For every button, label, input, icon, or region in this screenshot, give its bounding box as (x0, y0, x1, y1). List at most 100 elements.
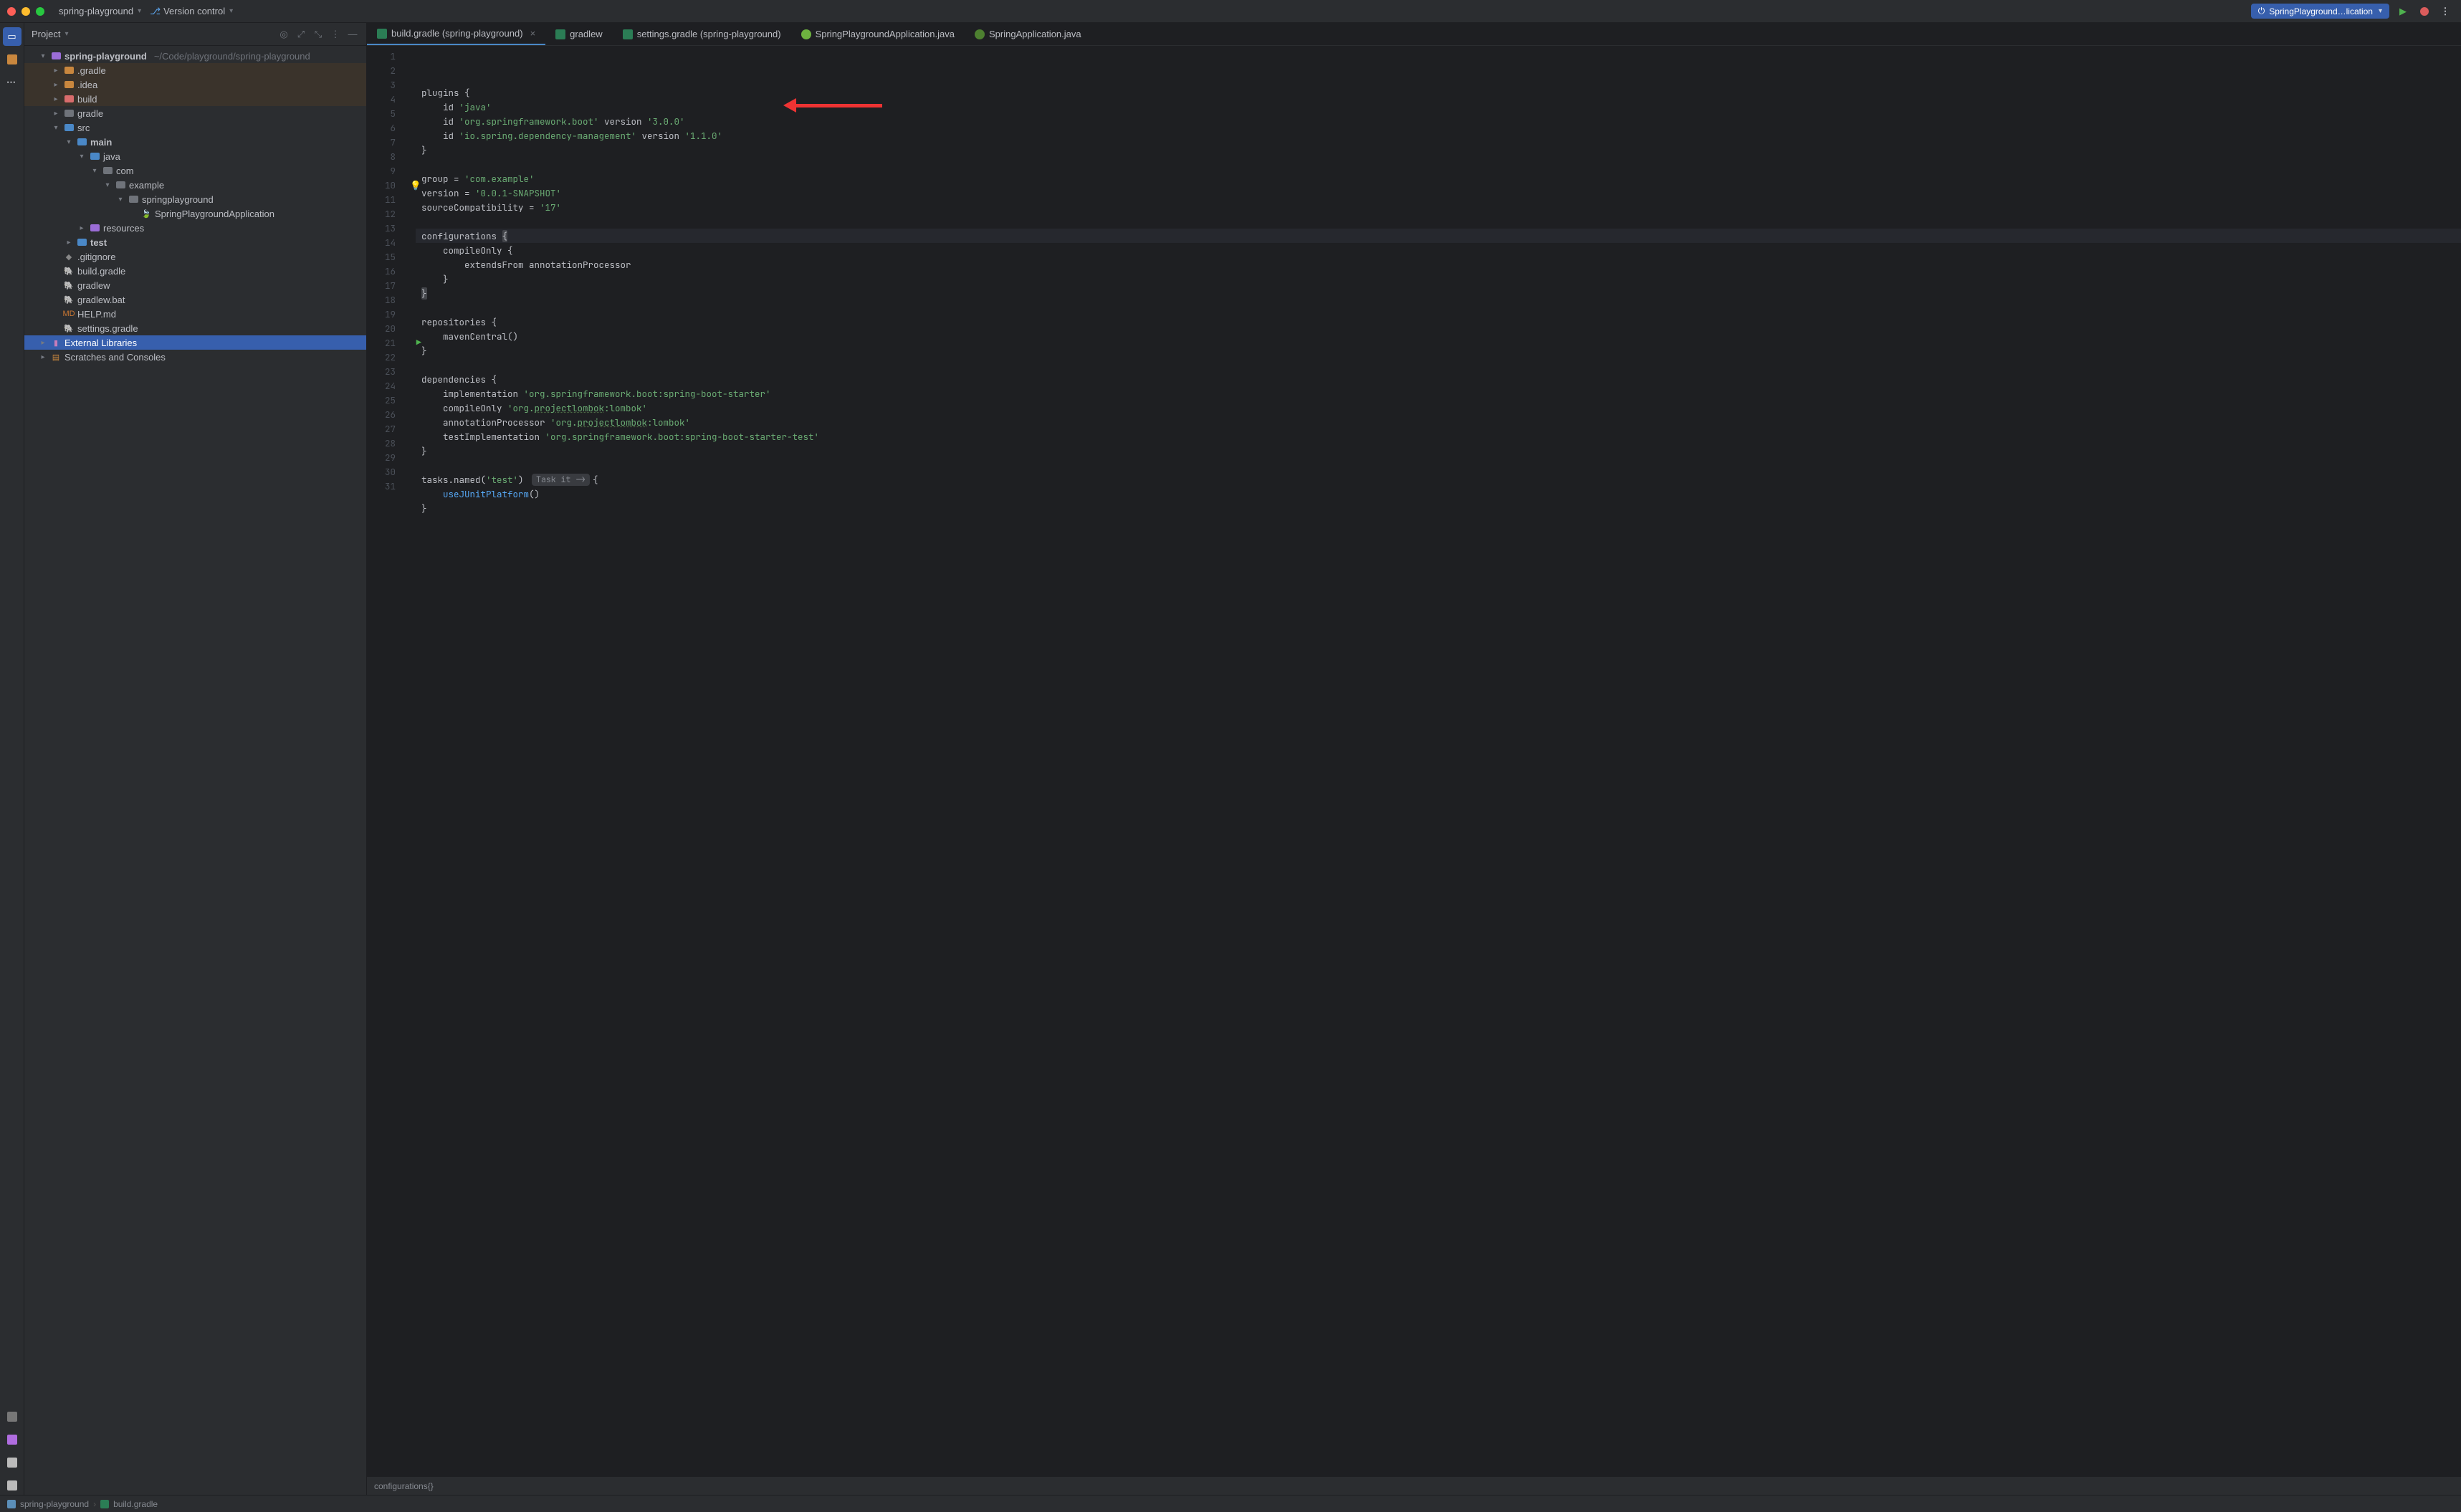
more-tool-button[interactable]: ⋯ (3, 73, 21, 92)
window-controls[interactable] (7, 7, 44, 16)
tree-folder-build[interactable]: ▸build (24, 92, 366, 106)
debug-icon (2420, 7, 2429, 16)
titlebar: spring-playground ▾ ⎇ Version control ▾ … (0, 0, 2461, 23)
gradle-icon (100, 1500, 109, 1508)
bug-icon (7, 1458, 17, 1468)
tree-folder-gradle-dot[interactable]: ▸.gradle (24, 63, 366, 77)
tree-root[interactable]: ▾ spring-playground ~/Code/playground/sp… (24, 49, 366, 63)
more-actions-button[interactable]: ⋮ (2438, 4, 2454, 19)
target-icon[interactable]: ◎ (277, 29, 290, 40)
tree-external-libraries[interactable]: ▸▮External Libraries (24, 335, 366, 350)
tab-settings-gradle[interactable]: settings.gradle (spring-playground) (613, 23, 791, 45)
tab-label: SpringApplication.java (989, 29, 1081, 39)
editor-structure-breadcrumb[interactable]: configurations{} (367, 1476, 2461, 1495)
zoom-window[interactable] (36, 7, 44, 16)
project-tree[interactable]: ▾ spring-playground ~/Code/playground/sp… (24, 46, 366, 1495)
tab-app-java[interactable]: SpringPlaygroundApplication.java (791, 23, 965, 45)
close-tab-icon[interactable]: × (530, 28, 536, 39)
spring-icon (801, 29, 811, 39)
expand-icon[interactable]: ⤢ (295, 29, 307, 40)
vcs-label: Version control (163, 6, 225, 16)
tab-label: SpringPlaygroundApplication.java (816, 29, 955, 39)
tab-label: settings.gradle (spring-playground) (637, 29, 781, 39)
project-name: spring-playground (59, 6, 133, 16)
chevron-down-icon: ▾ (2379, 7, 2382, 15)
tree-file-build-gradle[interactable]: ·🐘build.gradle (24, 264, 366, 278)
gradle-icon (377, 29, 387, 39)
project-panel-title-dropdown[interactable]: Project ▾ (32, 29, 69, 39)
chevron-right-icon: › (93, 1499, 96, 1509)
problems-tool-button[interactable] (3, 1453, 21, 1472)
tree-folder-main[interactable]: ▾main (24, 135, 366, 149)
tree-folder-example[interactable]: ▾example (24, 178, 366, 192)
git-icon (7, 1480, 17, 1491)
tree-folder-com[interactable]: ▾com (24, 163, 366, 178)
chevron-down-icon: ▾ (64, 30, 68, 38)
spring-icon (975, 29, 985, 39)
tree-folder-test[interactable]: ▸test (24, 235, 366, 249)
branch-icon: ⎇ (150, 6, 161, 17)
run-button[interactable]: ▶ (2395, 4, 2411, 19)
editor-body[interactable]: 12345678910💡1112131415161718192021▶22232… (367, 46, 2461, 1476)
tree-folder-gradle[interactable]: ▸gradle (24, 106, 366, 120)
editor-gutter[interactable]: 12345678910💡1112131415161718192021▶22232… (367, 46, 406, 1476)
tab-label: gradlew (570, 29, 603, 39)
tab-build-gradle[interactable]: build.gradle (spring-playground) × (367, 23, 545, 45)
tree-folder-java[interactable]: ▾java (24, 149, 366, 163)
power-icon: ⏻ (2258, 6, 2265, 16)
vcs-dropdown[interactable]: ⎇ Version control ▾ (150, 6, 233, 17)
run-configuration-dropdown[interactable]: ⏻ SpringPlayground…lication ▾ (2251, 4, 2389, 19)
chevron-down-icon: ▾ (138, 7, 141, 15)
project-panel-header: Project ▾ ◎ ⤢ ⤡ ⋮ — (24, 23, 366, 46)
tab-spring-app-java[interactable]: SpringApplication.java (965, 23, 1091, 45)
run-config-label: SpringPlayground…lication (2269, 6, 2373, 16)
tree-file-app-class[interactable]: ·🍃SpringPlaygroundApplication (24, 206, 366, 221)
project-icon (7, 1500, 16, 1508)
more-icon: ⋮ (2441, 6, 2452, 17)
bookmarks-icon (7, 54, 17, 64)
gradle-icon (623, 29, 633, 39)
tree-file-gradlew[interactable]: ·🐘gradlew (24, 278, 366, 292)
tree-file-gradlew-bat[interactable]: ·🐘gradlew.bat (24, 292, 366, 307)
tree-scratches[interactable]: ▸▤Scratches and Consoles (24, 350, 366, 364)
terminal-icon (7, 1435, 17, 1445)
bookmarks-tool-button[interactable] (3, 50, 21, 69)
nav-breadcrumbs: spring-playground › build.gradle (0, 1495, 2461, 1512)
spring-icon: 🍃 (140, 209, 152, 219)
project-tool-button[interactable]: ▭ (3, 27, 21, 46)
hide-panel-icon[interactable]: — (346, 29, 359, 40)
tree-root-label: spring-playground (64, 51, 147, 62)
chevron-down-icon: ▾ (229, 7, 233, 15)
tree-file-settings-gradle[interactable]: ·🐘settings.gradle (24, 321, 366, 335)
tree-file-help-md[interactable]: ·MDHELP.md (24, 307, 366, 321)
more-icon: ⋯ (6, 77, 17, 88)
tab-gradlew[interactable]: gradlew (545, 23, 613, 45)
left-toolbar: ▭ ⋯ (0, 23, 24, 1495)
crumb-project[interactable]: spring-playground (20, 1499, 89, 1509)
tree-folder-src[interactable]: ▾src (24, 120, 366, 135)
collapse-icon[interactable]: ⤡ (312, 29, 325, 40)
database-tool-button[interactable] (3, 1407, 21, 1426)
tree-folder-idea[interactable]: ▸.idea (24, 77, 366, 92)
project-panel-title-label: Project (32, 29, 60, 39)
tree-folder-springplayground[interactable]: ▾springplayground (24, 192, 366, 206)
debug-button[interactable] (2417, 4, 2432, 19)
git-tool-button[interactable] (3, 1476, 21, 1495)
crumb-file[interactable]: build.gradle (113, 1499, 158, 1509)
tab-label: build.gradle (spring-playground) (391, 28, 523, 39)
tree-folder-resources[interactable]: ▸resources (24, 221, 366, 235)
editor-area: build.gradle (spring-playground) × gradl… (367, 23, 2461, 1495)
tree-file-gitignore[interactable]: ·◆.gitignore (24, 249, 366, 264)
editor-code[interactable]: plugins { id 'java' id 'org.springframew… (416, 46, 2461, 1476)
gradle-icon (555, 29, 565, 39)
tree-root-path: ~/Code/playground/spring-playground (154, 51, 310, 62)
project-panel: Project ▾ ◎ ⤢ ⤡ ⋮ — ▾ spring-playground … (24, 23, 367, 1495)
structure-label: configurations{} (374, 1481, 434, 1491)
editor-tabs: build.gradle (spring-playground) × gradl… (367, 23, 2461, 46)
project-dropdown[interactable]: spring-playground ▾ (59, 6, 141, 16)
minimize-window[interactable] (21, 7, 30, 16)
terminal-tool-button[interactable] (3, 1430, 21, 1449)
panel-more-icon[interactable]: ⋮ (329, 29, 342, 40)
close-window[interactable] (7, 7, 16, 16)
db-icon (7, 1412, 17, 1422)
